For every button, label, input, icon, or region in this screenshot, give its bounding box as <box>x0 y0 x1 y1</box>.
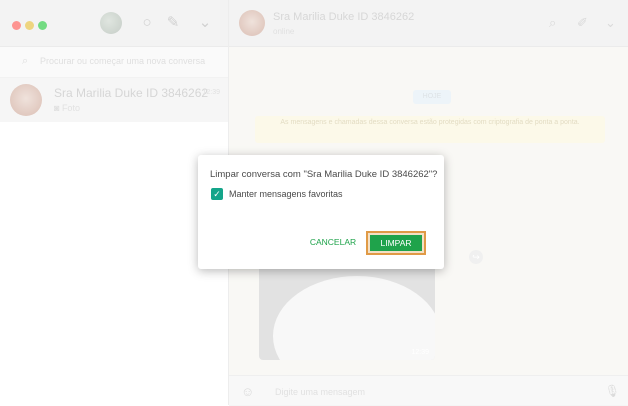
keep-starred-checkbox[interactable]: ✓ <box>211 188 223 200</box>
dialog-title: Limpar conversa com "Sra Marilia Duke ID… <box>210 169 438 180</box>
whatsapp-window: ○ ✎ ⌄ ⌕ Procurar ou começar uma nova con… <box>0 0 628 406</box>
clear-button[interactable]: LIMPAR <box>370 235 422 251</box>
check-icon: ✓ <box>213 189 221 199</box>
clear-chat-dialog: Limpar conversa com "Sra Marilia Duke ID… <box>198 155 444 269</box>
keep-starred-label[interactable]: Manter mensagens favoritas <box>229 189 343 199</box>
clear-button-highlight[interactable]: LIMPAR <box>366 231 426 255</box>
cancel-button[interactable]: CANCELAR <box>304 235 362 249</box>
